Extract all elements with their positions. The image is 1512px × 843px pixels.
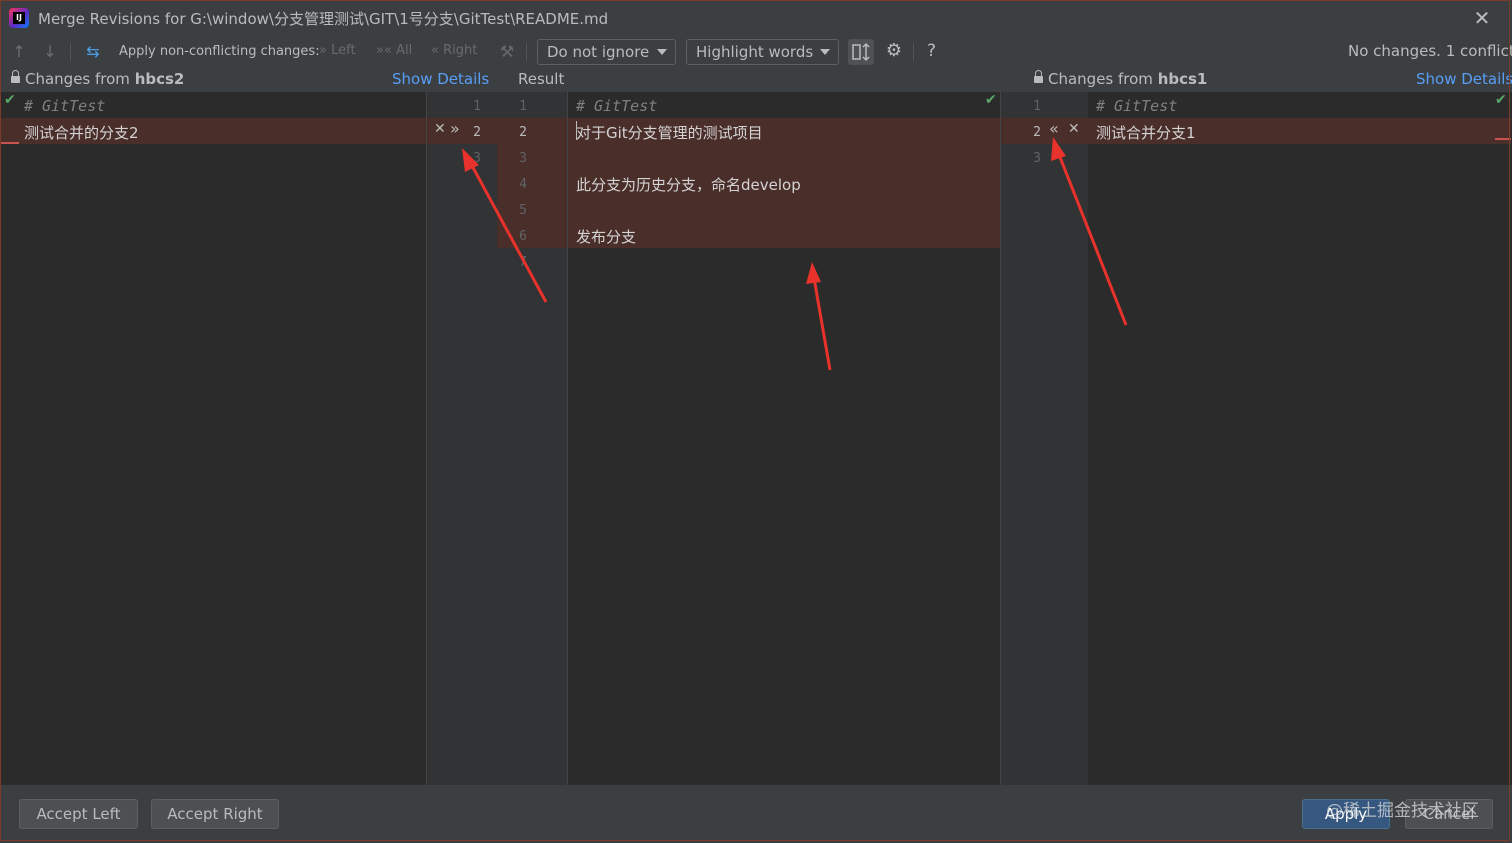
line-number: 6 — [519, 229, 527, 244]
line-number: 7 — [519, 255, 527, 270]
code-line: 测试合并的分支2 — [24, 124, 139, 142]
window-title: Merge Revisions for G:\window\分支管理测试\GIT… — [38, 10, 609, 28]
right-show-details-link[interactable]: Show Details — [1416, 70, 1512, 88]
line-number: 2 — [473, 125, 481, 140]
code-line: 发布分支 — [576, 228, 637, 246]
dropdown-caret-icon — [820, 49, 830, 55]
whitespace-dropdown[interactable]: Do not ignore — [537, 39, 676, 65]
conflict-status: No changes. 1 conflict — [1348, 42, 1512, 60]
close-icon[interactable]: ✕ — [1470, 6, 1494, 30]
line-number: 1 — [1033, 99, 1041, 114]
settings-gear-icon[interactable]: ⚙ — [883, 41, 905, 61]
title-bar: IJ Merge Revisions for G:\window\分支管理测试\… — [0, 0, 1512, 36]
lock-icon — [11, 70, 20, 83]
accept-left-change-icon[interactable]: » — [450, 119, 460, 138]
left-show-details-link[interactable]: Show Details — [392, 70, 489, 88]
left-panel-header: Changes from hbcs2 — [11, 70, 184, 88]
result-header: Result — [518, 70, 565, 88]
ignore-change-icon[interactable]: ✕ — [1068, 121, 1080, 137]
ignore-change-icon[interactable]: ✕ — [434, 121, 446, 137]
line-number: 3 — [519, 151, 527, 166]
watermark: @稀土掘金技术社区 — [1326, 801, 1479, 821]
apply-all-button[interactable]: »« All — [376, 43, 412, 58]
right-panel-header: Changes from hbcs1 — [1034, 70, 1207, 88]
magic-resolve-icon[interactable]: ⇆ — [82, 42, 104, 62]
panel-headers: Changes from hbcs2 Show Details Result C… — [0, 68, 1512, 92]
line-number: 2 — [519, 125, 527, 140]
right-gutter: 1 2 3 « ✕ — [1000, 92, 1089, 785]
previous-difference-icon[interactable]: ↑ — [10, 42, 28, 62]
apply-left-button[interactable]: » Left — [319, 43, 356, 58]
highlight-dropdown[interactable]: Highlight words — [686, 39, 839, 65]
sync-scroll-icon — [852, 42, 870, 62]
code-line: # GitTest — [24, 97, 106, 115]
intellij-logo-icon: IJ — [9, 8, 29, 28]
checkmark-icon: ✔ — [985, 92, 997, 108]
line-number: 4 — [519, 177, 527, 192]
help-icon[interactable]: ? — [927, 41, 936, 61]
bottom-bar: Accept Left Accept Right Apply Cancel — [0, 785, 1512, 843]
result-editor[interactable]: ✔ # GitTest 对于Git分支管理的测试项目 此分支为历史分支，命名de… — [567, 92, 1001, 785]
checkmark-icon: ✔ — [1495, 92, 1507, 108]
line-number: 2 — [1033, 125, 1041, 140]
code-line: 对于Git分支管理的测试项目 — [576, 124, 763, 142]
code-line: 测试合并分支1 — [1096, 124, 1196, 142]
next-difference-icon[interactable]: ↓ — [41, 42, 59, 62]
line-number: 1 — [519, 99, 527, 114]
accept-left-button[interactable]: Accept Left — [19, 799, 138, 829]
code-line: # GitTest — [1096, 97, 1178, 115]
line-number: 5 — [519, 203, 527, 218]
code-line: 此分支为历史分支，命名develop — [576, 176, 801, 194]
conflict-marker — [1495, 138, 1511, 140]
line-number: 1 — [473, 99, 481, 114]
toolbar: ↑ ↓ ⇆ Apply non-conflicting changes: » L… — [0, 36, 1512, 68]
code-line: # GitTest — [576, 97, 658, 115]
apply-right-button[interactable]: « Right — [431, 43, 477, 58]
right-editor[interactable]: ✔ # GitTest 测试合并分支1 — [1088, 92, 1511, 785]
conflict-marker — [1, 142, 19, 144]
lock-icon — [1034, 70, 1043, 83]
double-chevron-left-icon: « — [431, 43, 439, 58]
apply-non-conflicting-label: Apply non-conflicting changes: — [119, 44, 320, 59]
left-editor[interactable]: ✔ # GitTest 测试合并的分支2 — [1, 92, 426, 785]
dropdown-caret-icon — [657, 49, 667, 55]
accept-right-button[interactable]: Accept Right — [151, 799, 279, 829]
checkmark-icon: ✔ — [4, 92, 16, 108]
synchronize-scrolling-button[interactable] — [848, 39, 874, 65]
double-chevron-right-icon: » — [319, 43, 327, 58]
left-gutter: 1 2 3 ✕ » 1 2 3 4 5 6 7 — [426, 92, 568, 785]
magic-wand-icon[interactable]: ⚒ — [498, 42, 516, 62]
apply-all-icon: »« — [376, 43, 392, 58]
line-number: 3 — [1033, 151, 1041, 166]
line-number: 3 — [473, 151, 481, 166]
accept-right-change-icon[interactable]: « — [1049, 119, 1059, 138]
